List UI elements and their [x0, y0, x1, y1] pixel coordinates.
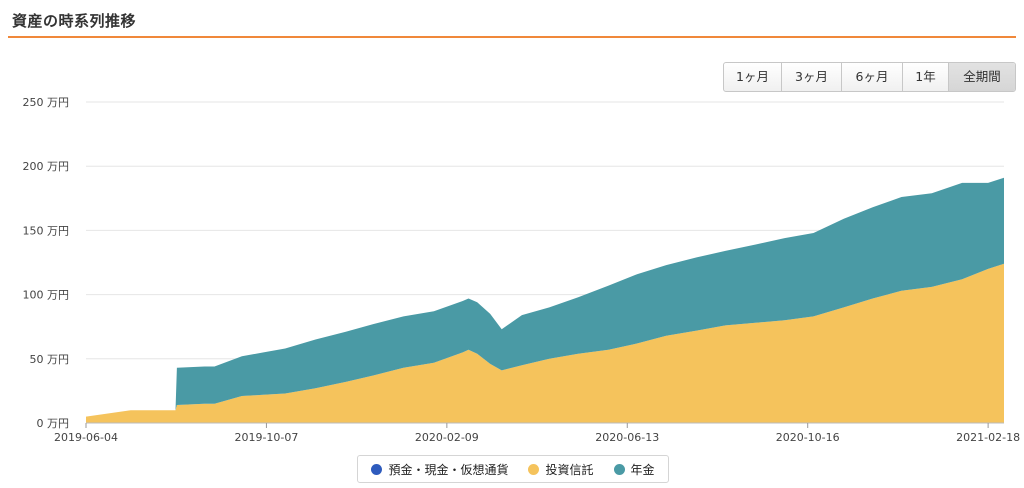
y-tick-label: 200 万円 — [23, 160, 70, 173]
x-tick-label: 2019-06-04 — [54, 431, 118, 444]
y-tick-label: 50 万円 — [30, 353, 70, 366]
x-tick-label: 2019-10-07 — [234, 431, 298, 444]
legend-item-funds[interactable]: 投資信託 — [528, 461, 594, 478]
area-series — [86, 177, 1004, 423]
y-tick-label: 100 万円 — [23, 289, 70, 302]
legend-dot-funds — [528, 463, 540, 475]
x-tick-label: 2020-06-13 — [595, 431, 659, 444]
y-tick-label: 250 万円 — [23, 96, 70, 109]
legend-item-pension[interactable]: 年金 — [613, 461, 655, 478]
y-tick-label: 150 万円 — [23, 224, 70, 237]
asset-area-chart: 0 万円 50 万円 100 万円 150 万円 200 万円 250 万円 2019-06… — [23, 96, 1021, 444]
legend-dot-pension — [613, 463, 625, 475]
legend-label-funds: 投資信託 — [545, 462, 594, 477]
legend-label-pension: 年金 — [630, 462, 655, 477]
x-tick-label: 2020-10-16 — [776, 431, 840, 444]
chart-legend: 預金・現金・仮想通貨 投資信託 年金 — [357, 455, 669, 483]
x-tick-label: 2021-02-18 — [956, 431, 1020, 444]
y-tick-label: 0 万円 — [37, 417, 70, 430]
x-tick-label: 2020-02-09 — [415, 431, 479, 444]
legend-dot-cash — [371, 463, 383, 475]
legend-item-cash[interactable]: 預金・現金・仮想通貨 — [371, 461, 508, 478]
legend-label-cash: 預金・現金・仮想通貨 — [388, 462, 509, 477]
